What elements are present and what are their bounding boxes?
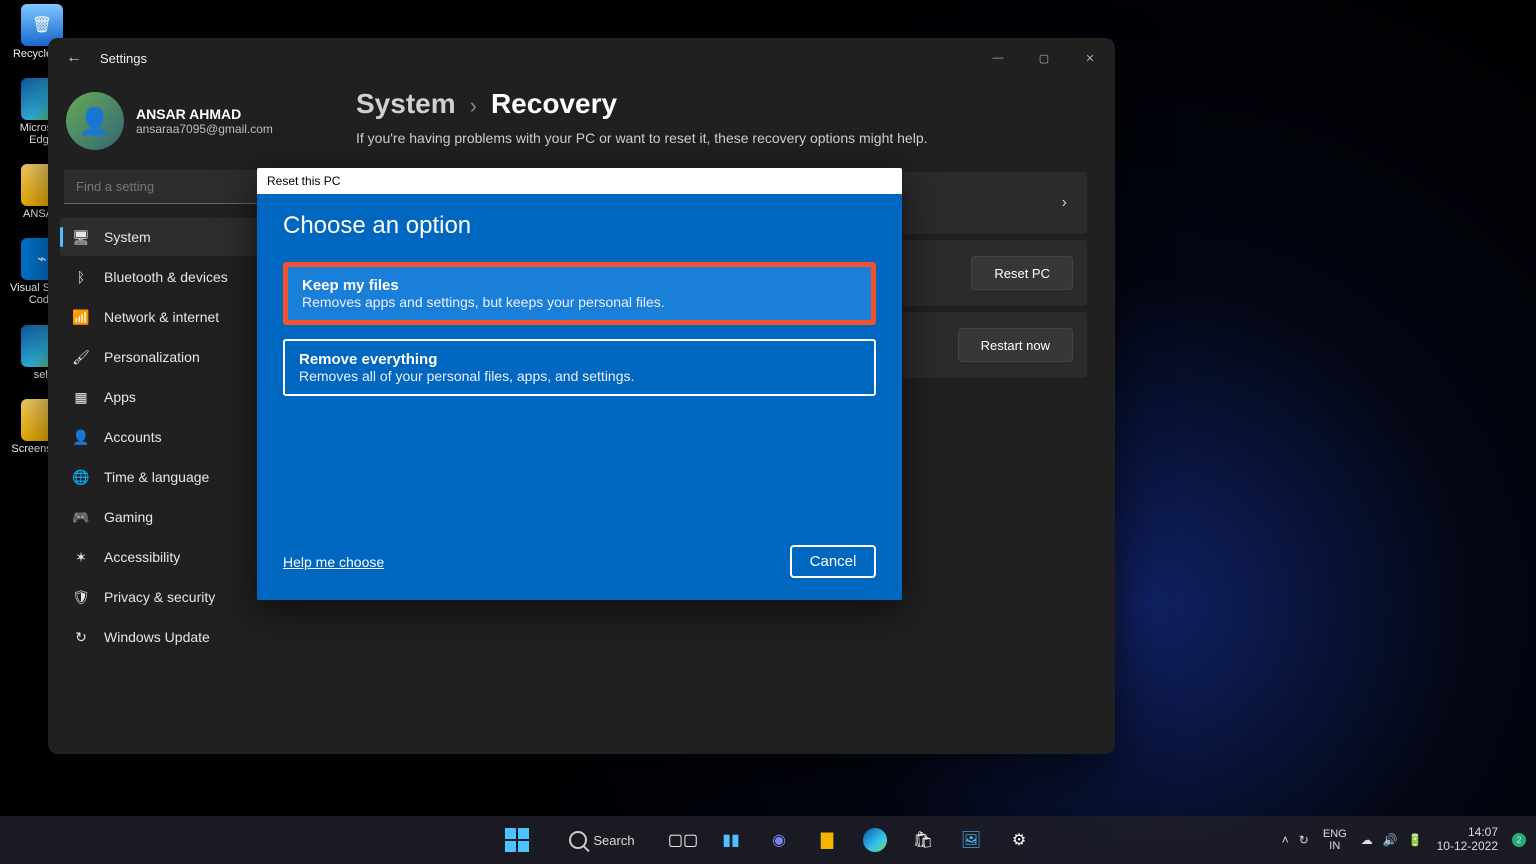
breadcrumb-separator: ›: [470, 93, 477, 119]
chat-button[interactable]: ◉: [759, 820, 799, 860]
recovery-subtext: If you're having problems with your PC o…: [356, 130, 1087, 146]
taskbar-clock[interactable]: 14:07 10-12-2022: [1437, 826, 1498, 854]
onedrive-icon[interactable]: ☁: [1361, 833, 1373, 847]
tray-sync-icon[interactable]: ↻: [1299, 833, 1309, 847]
sidebar-item-windows-update[interactable]: ↻ Windows Update: [60, 618, 342, 656]
restart-now-button[interactable]: Restart now: [958, 328, 1073, 362]
nav-label: Accessibility: [104, 549, 180, 565]
maximize-button[interactable]: ▢: [1021, 43, 1067, 73]
option-remove-everything[interactable]: Remove everything Removes all of your pe…: [283, 339, 876, 396]
search-icon: [569, 831, 587, 849]
task-view-button[interactable]: ▢▢: [663, 820, 703, 860]
notification-badge[interactable]: 2: [1512, 833, 1526, 847]
widgets-icon: ▮▮: [722, 830, 740, 850]
start-button[interactable]: [497, 820, 537, 860]
task-view-icon: ▢▢: [668, 830, 698, 850]
dialog-title: Reset this PC: [257, 168, 902, 194]
minimize-button[interactable]: —: [975, 43, 1021, 73]
nav-icon: ▦: [72, 389, 90, 406]
reset-pc-dialog: Reset this PC Choose an option Keep my f…: [257, 168, 902, 600]
clock-time: 14:07: [1437, 826, 1498, 840]
nav-icon: ᛒ: [72, 269, 90, 285]
nav-label: System: [104, 229, 151, 245]
taskbar-search-label: Search: [593, 833, 634, 848]
photos-button[interactable]: 🖼: [951, 820, 991, 860]
profile-email: ansaraa7095@gmail.com: [136, 122, 273, 136]
nav-icon: 📶: [72, 309, 90, 326]
back-button[interactable]: ←: [66, 49, 82, 67]
app-title: Settings: [100, 51, 147, 66]
nav-label: Privacy & security: [104, 589, 215, 605]
clock-date: 10-12-2022: [1437, 840, 1498, 854]
nav-icon: 🌐: [72, 469, 90, 486]
chevron-right-icon: ›: [1062, 194, 1067, 212]
option-keep-my-files[interactable]: Keep my files Removes apps and settings,…: [283, 262, 876, 325]
nav-icon: 🎮: [72, 509, 90, 526]
edge-icon: [863, 828, 887, 852]
breadcrumb: System › Recovery: [356, 88, 1087, 120]
folder-icon: ▇: [821, 830, 833, 850]
nav-icon: ✶: [72, 549, 90, 566]
nav-icon: 🖥: [72, 229, 90, 246]
taskbar-search[interactable]: Search: [545, 820, 655, 860]
store-icon: 🛍: [913, 830, 933, 850]
close-button[interactable]: ✕: [1067, 43, 1113, 73]
taskbar-center: Search ▢▢ ▮▮ ◉ ▇ 🛍 🖼 ⚙: [497, 820, 1039, 860]
file-explorer-button[interactable]: ▇: [807, 820, 847, 860]
nav-label: Personalization: [104, 349, 200, 365]
option-description: Removes all of your personal files, apps…: [299, 368, 860, 384]
system-tray[interactable]: ☁ 🔊 🔋: [1361, 833, 1423, 847]
profile-block[interactable]: 👤 ANSAR AHMAD ansaraa7095@gmail.com: [60, 84, 342, 164]
nav-label: Accounts: [104, 429, 162, 445]
taskbar-right: ˄ ↻ ENG IN ☁ 🔊 🔋 14:07 10-12-2022 2: [1282, 826, 1526, 854]
photos-icon: 🖼: [961, 830, 981, 850]
tray-icons[interactable]: ˄ ↻: [1282, 833, 1309, 847]
nav-icon: 🛡: [72, 589, 90, 606]
nav-label: Time & language: [104, 469, 209, 485]
edge-taskbar-button[interactable]: [855, 820, 895, 860]
store-button[interactable]: 🛍: [903, 820, 943, 860]
option-description: Removes apps and settings, but keeps you…: [302, 294, 857, 310]
nav-label: Bluetooth & devices: [104, 269, 228, 285]
option-title: Keep my files: [302, 277, 857, 294]
nav-icon: ↻: [72, 629, 90, 646]
volume-icon[interactable]: 🔊: [1383, 833, 1398, 847]
language-indicator[interactable]: ENG IN: [1323, 828, 1347, 852]
battery-icon[interactable]: 🔋: [1408, 833, 1423, 847]
chat-icon: ◉: [772, 830, 786, 850]
breadcrumb-system[interactable]: System: [356, 88, 456, 120]
avatar: 👤: [66, 92, 124, 150]
profile-name: ANSAR AHMAD: [136, 106, 273, 122]
nav-icon: 🖌: [72, 349, 90, 366]
taskbar: Search ▢▢ ▮▮ ◉ ▇ 🛍 🖼 ⚙ ˄ ↻ ENG IN ☁ 🔊 🔋 …: [0, 816, 1536, 864]
breadcrumb-current: Recovery: [491, 88, 617, 120]
tray-up-icon[interactable]: ˄: [1282, 833, 1289, 847]
option-title: Remove everything: [299, 351, 860, 368]
settings-taskbar-button[interactable]: ⚙: [999, 820, 1039, 860]
nav-label: Network & internet: [104, 309, 219, 325]
nav-label: Windows Update: [104, 629, 210, 645]
gear-icon: ⚙: [1012, 830, 1026, 850]
cancel-button[interactable]: Cancel: [790, 545, 876, 578]
dialog-heading: Choose an option: [283, 212, 876, 240]
window-titlebar: ← Settings — ▢ ✕: [48, 38, 1115, 78]
widgets-button[interactable]: ▮▮: [711, 820, 751, 860]
nav-label: Gaming: [104, 509, 153, 525]
windows-logo-icon: [505, 828, 529, 852]
nav-label: Apps: [104, 389, 136, 405]
reset-pc-button[interactable]: Reset PC: [971, 256, 1073, 290]
nav-icon: 👤: [72, 429, 90, 446]
help-me-choose-link[interactable]: Help me choose: [283, 554, 384, 570]
